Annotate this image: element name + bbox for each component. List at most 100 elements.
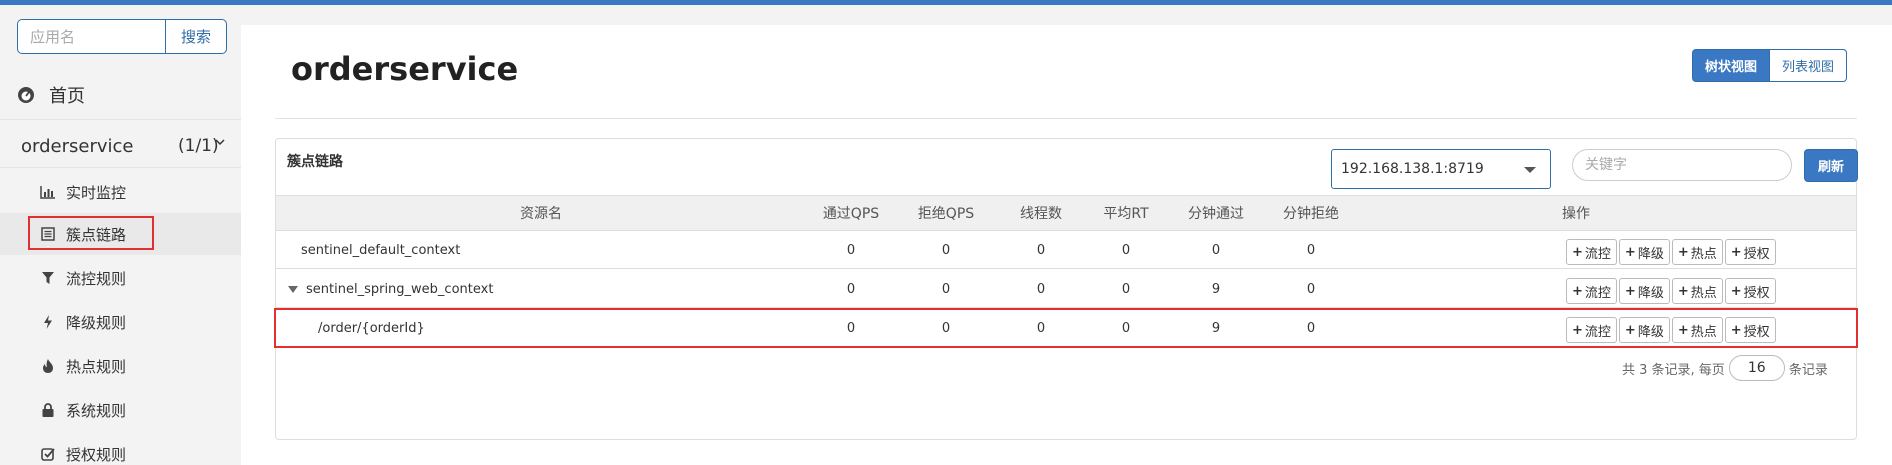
content-panel: orderservice 树状视图 列表视图 簇点链路 192.168.138.… <box>241 25 1892 465</box>
dashboard-icon <box>17 86 35 104</box>
resource-name: sentinel_spring_web_context <box>306 281 494 297</box>
header-minute-pass: 分钟通过 <box>1188 206 1244 222</box>
block-qps: 0 <box>941 242 951 258</box>
minute-pass: 9 <box>1211 320 1221 336</box>
sidebar-item-realtime-monitor[interactable]: 实时监控 <box>0 171 241 213</box>
flow-control-label: 流控 <box>1584 285 1611 301</box>
app-search-input[interactable] <box>17 19 165 54</box>
sidebar-item-cluster-chain[interactable]: 簇点链路 <box>0 213 241 255</box>
sidebar-item-flow-rules[interactable]: 流控规则 <box>0 257 241 299</box>
flow-control-button[interactable]: + 流控 <box>1566 317 1617 343</box>
minute-block: 0 <box>1306 281 1316 297</box>
header-minute-block: 分钟拒绝 <box>1283 206 1339 222</box>
page-size-input[interactable]: 16 <box>1728 355 1785 381</box>
refresh-button[interactable]: 刷新 <box>1804 149 1858 182</box>
table-row: sentinel_spring_web_context 0 0 0 0 9 0 … <box>276 270 1856 308</box>
auth-button[interactable]: + 授权 <box>1724 239 1776 265</box>
degrade-button[interactable]: + 降级 <box>1618 278 1670 304</box>
pagination-total: 共 3 条记录, 每页 <box>1622 362 1725 378</box>
list-view-button[interactable]: 列表视图 <box>1770 49 1848 82</box>
pass-qps: 0 <box>846 242 856 258</box>
flow-control-label: 流控 <box>1584 324 1611 340</box>
header-threads: 线程数 <box>1020 206 1062 222</box>
main-area: orderservice 树状视图 列表视图 簇点链路 192.168.138.… <box>241 5 1892 465</box>
header-pass-qps: 通过QPS <box>822 206 880 222</box>
degrade-label: 降级 <box>1637 246 1664 262</box>
plus-icon: + <box>1624 244 1636 260</box>
minute-pass: 9 <box>1211 281 1221 297</box>
caret-down-icon <box>1524 167 1536 173</box>
hotspot-label: 热点 <box>1690 324 1717 340</box>
hotspot-button[interactable]: + 热点 <box>1671 278 1723 304</box>
degrade-button[interactable]: + 降级 <box>1618 239 1670 265</box>
row-actions: + 流控 + 降级 + 热点 + 授权 <box>1566 278 1776 304</box>
threads: 0 <box>1036 320 1046 336</box>
sidebar-app-orderservice[interactable]: orderservice (1/1) <box>0 125 241 167</box>
plus-icon: + <box>1624 322 1636 338</box>
header-avg-rt: 平均RT <box>1103 206 1149 222</box>
sidebar-item-home-label: 首页 <box>49 86 85 107</box>
degrade-button[interactable]: + 降级 <box>1618 317 1670 343</box>
avg-rt: 0 <box>1121 242 1131 258</box>
chevron-down-icon <box>215 139 225 146</box>
auth-button[interactable]: + 授权 <box>1724 278 1776 304</box>
plus-icon: + <box>1572 283 1583 299</box>
app-name: orderservice <box>21 135 134 157</box>
view-toggle: 树状视图 列表视图 <box>1692 49 1848 82</box>
plus-icon: + <box>1730 322 1742 338</box>
tree-collapse-icon[interactable] <box>288 285 298 293</box>
sidebar-item-label: 系统规则 <box>66 401 127 420</box>
resource-name-cell: sentinel_spring_web_context <box>288 270 801 308</box>
app-search-button[interactable]: 搜索 <box>165 19 227 54</box>
sidebar-item-hotspot-rules[interactable]: 热点规则 <box>0 345 241 387</box>
sidebar: 搜索 首页 orderservice (1/1) 实时监控 簇点链路 流控规则 <box>0 5 241 465</box>
sidebar-item-label: 授权规则 <box>66 445 127 464</box>
header-resource-name: 资源名 <box>520 206 562 222</box>
header-block-qps: 拒绝QPS <box>917 206 975 222</box>
flow-control-label: 流控 <box>1584 246 1611 262</box>
hotspot-label: 热点 <box>1690 285 1717 301</box>
plus-icon: + <box>1677 283 1689 299</box>
flow-control-button[interactable]: + 流控 <box>1566 278 1617 304</box>
fire-icon <box>40 358 56 374</box>
plus-icon: + <box>1677 322 1689 338</box>
bolt-icon <box>40 314 56 330</box>
degrade-label: 降级 <box>1637 324 1664 340</box>
bar-chart-icon <box>40 184 56 200</box>
avg-rt: 0 <box>1121 281 1131 297</box>
machine-select-value: 192.168.138.1:8719 <box>1341 161 1484 177</box>
page-title: orderservice <box>291 50 519 88</box>
sidebar-item-degrade-rules[interactable]: 降级规则 <box>0 301 241 343</box>
auth-label: 授权 <box>1743 324 1770 340</box>
sidebar-item-system-rules[interactable]: 系统规则 <box>0 389 241 431</box>
pass-qps: 0 <box>846 281 856 297</box>
tree-view-button[interactable]: 树状视图 <box>1692 49 1771 82</box>
plus-icon: + <box>1730 244 1742 260</box>
minute-pass: 0 <box>1211 242 1221 258</box>
sidebar-item-label: 热点规则 <box>66 357 127 376</box>
block-qps: 0 <box>941 320 951 336</box>
plus-icon: + <box>1677 244 1689 260</box>
sidebar-divider <box>0 167 241 168</box>
sidebar-item-auth-rules[interactable]: 授权规则 <box>0 433 241 465</box>
resource-name: sentinel_default_context <box>301 242 461 258</box>
auth-label: 授权 <box>1743 246 1770 262</box>
auth-label: 授权 <box>1743 285 1770 301</box>
auth-button[interactable]: + 授权 <box>1724 317 1776 343</box>
lock-icon <box>40 402 56 418</box>
sidebar-item-label: 流控规则 <box>66 269 127 288</box>
flow-control-button[interactable]: + 流控 <box>1566 239 1617 265</box>
sidebar-item-home[interactable]: 首页 <box>0 71 241 119</box>
plus-icon: + <box>1730 283 1742 299</box>
hotspot-label: 热点 <box>1690 246 1717 262</box>
threads: 0 <box>1036 242 1046 258</box>
card-title: 簇点链路 <box>287 154 343 170</box>
machine-select[interactable]: 192.168.138.1:8719 <box>1331 149 1551 189</box>
check-icon <box>40 446 56 462</box>
header-actions: 操作 <box>1562 206 1590 222</box>
hotspot-button[interactable]: + 热点 <box>1671 239 1723 265</box>
pagination: 共 3 条记录, 每页 16 条记录 <box>1622 355 1828 381</box>
hotspot-button[interactable]: + 热点 <box>1671 317 1723 343</box>
keyword-input[interactable] <box>1572 149 1792 181</box>
plus-icon: + <box>1572 322 1583 338</box>
